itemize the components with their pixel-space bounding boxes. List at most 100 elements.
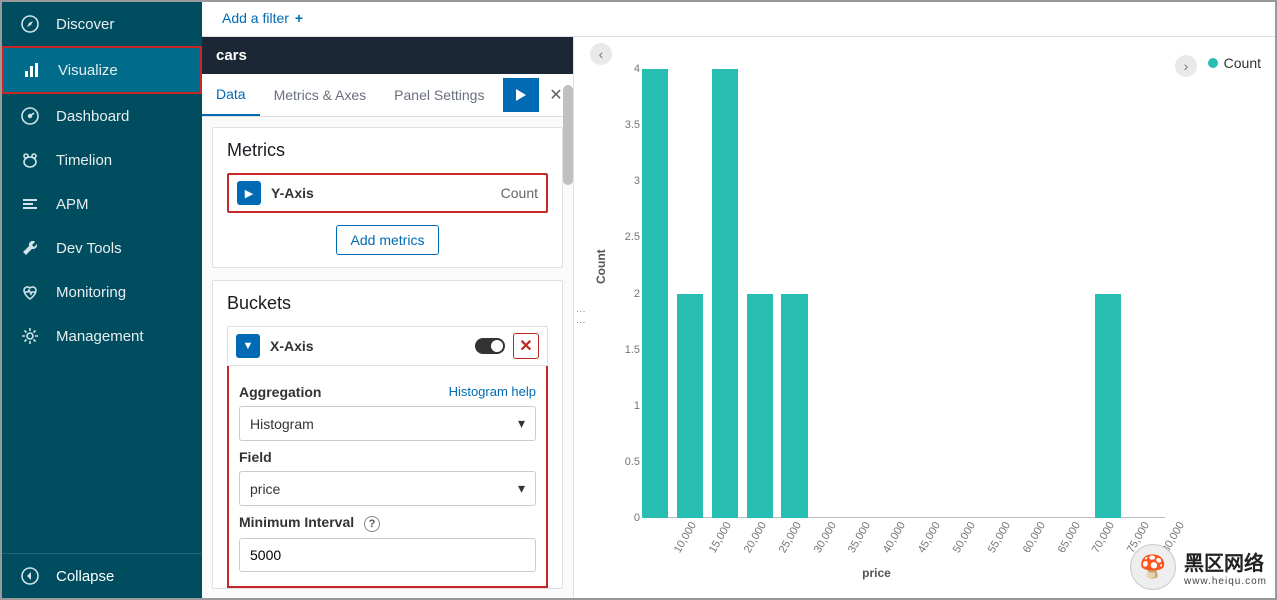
bar-chart-icon	[22, 60, 42, 80]
sidebar-collapse-label: Collapse	[56, 568, 114, 585]
metrics-title: Metrics	[227, 140, 548, 161]
heartbeat-icon	[20, 282, 40, 302]
chart-xtick: 20,000	[742, 520, 769, 555]
chart-ytick: 1.5	[625, 344, 640, 356]
caret-down-icon: ▾	[518, 415, 525, 432]
chart-xtick: 10,000	[672, 520, 699, 555]
buckets-title: Buckets	[227, 293, 548, 314]
sidebar-item-label: Monitoring	[56, 284, 126, 301]
aggregation-select[interactable]: Histogram ▾	[239, 406, 536, 441]
apply-changes-button[interactable]	[503, 78, 539, 112]
filter-bar: Add a filter +	[202, 2, 1275, 37]
chart-xtick: 60,000	[1021, 520, 1048, 555]
buckets-panel: Buckets ▼ X-Axis ✕ Aggregation Histogram…	[212, 280, 563, 589]
histogram-help-link[interactable]: Histogram help	[449, 384, 536, 399]
sidebar-item-devtools[interactable]: Dev Tools	[2, 226, 202, 270]
sidebar-item-label: Dashboard	[56, 108, 129, 125]
grip-icon: ⋮⋮	[576, 307, 586, 329]
legend-dot-icon	[1208, 58, 1218, 68]
chart-panel: ‹ › Count Count 00.511.522.533.54 10,000…	[588, 37, 1275, 598]
chart-ytick: 4	[634, 63, 640, 75]
mushroom-icon: 🍄	[1130, 544, 1176, 590]
sidebar-item-visualize[interactable]: Visualize	[2, 46, 202, 94]
chart-xtick: 40,000	[881, 520, 908, 555]
sidebar-item-label: APM	[56, 196, 89, 213]
chart-legend[interactable]: Count	[1208, 55, 1261, 71]
bear-icon	[20, 150, 40, 170]
chart-ytick: 3	[634, 175, 640, 187]
tab-panel-settings[interactable]: Panel Settings	[380, 75, 498, 115]
sidebar-item-monitoring[interactable]: Monitoring	[2, 270, 202, 314]
watermark: 🍄 黑区网络 www.heiqu.com	[1130, 544, 1267, 590]
chart-bar[interactable]	[712, 69, 738, 518]
sidebar-item-label: Management	[56, 328, 144, 345]
field-label: Field	[239, 449, 536, 465]
index-name-bar[interactable]: cars	[202, 37, 573, 74]
sidebar-item-label: Discover	[56, 16, 114, 33]
chart-xtick: 65,000	[1055, 520, 1082, 555]
panel-splitter[interactable]: ⋮⋮	[574, 37, 588, 598]
chart-ytick: 2	[634, 288, 640, 300]
sidebar-item-timelion[interactable]: Timelion	[2, 138, 202, 182]
scrollbar-thumb[interactable]	[563, 85, 573, 185]
add-filter-button[interactable]: Add a filter +	[222, 10, 303, 26]
yaxis-label: Y-Axis	[271, 185, 314, 201]
caret-right-icon: ▶	[237, 181, 261, 205]
collapse-icon	[20, 566, 40, 586]
yaxis-value: Count	[501, 185, 538, 201]
chart-xtick: 55,000	[986, 520, 1013, 555]
tab-data[interactable]: Data	[202, 74, 260, 116]
metrics-panel: Metrics ▶ Y-Axis Count Add metrics	[212, 127, 563, 268]
watermark-text: 黑区网络	[1184, 547, 1267, 576]
chevron-right-icon: ›	[1184, 58, 1189, 74]
sidebar-collapse[interactable]: Collapse	[2, 553, 202, 598]
caret-down-icon: ▼	[236, 334, 260, 358]
chart-forward-button[interactable]: ›	[1175, 55, 1197, 77]
config-panel: cars Data Metrics & Axes Panel Settings …	[202, 37, 574, 598]
xaxis-toggle[interactable]	[475, 338, 505, 354]
watermark-sub: www.heiqu.com	[1184, 576, 1267, 587]
chart-yticks: 00.511.522.533.54	[618, 69, 640, 518]
chart-ylabel: Count	[594, 249, 608, 284]
plus-icon: +	[295, 10, 303, 26]
chart-xtick: 25,000	[777, 520, 804, 555]
interval-label: Minimum Interval ?	[239, 514, 536, 532]
yaxis-row[interactable]: ▶ Y-Axis Count	[227, 173, 548, 213]
bucket-editor: Aggregation Histogram help Histogram ▾ F…	[227, 366, 548, 588]
interval-input[interactable]	[239, 538, 536, 572]
field-value: price	[250, 481, 280, 497]
chart-ytick: 0.5	[625, 456, 640, 468]
chevron-left-icon: ‹	[599, 46, 604, 62]
chart-bar[interactable]	[642, 69, 668, 518]
compass-icon	[20, 14, 40, 34]
sidebar-item-label: Visualize	[58, 62, 118, 79]
caret-down-icon: ▾	[518, 480, 525, 497]
chart-bar[interactable]	[1095, 294, 1121, 519]
chart-bar[interactable]	[677, 294, 703, 519]
sidebar-item-apm[interactable]: APM	[2, 182, 202, 226]
chart-xtick: 70,000	[1090, 520, 1117, 555]
sidebar-item-management[interactable]: Management	[2, 314, 202, 358]
chart-bar[interactable]	[747, 294, 773, 519]
xaxis-label: X-Axis	[270, 338, 314, 354]
chart-bar[interactable]	[781, 294, 807, 519]
help-icon[interactable]: ?	[364, 516, 380, 532]
sidebar-item-label: Timelion	[56, 152, 112, 169]
aggregation-label: Aggregation Histogram help	[239, 384, 536, 400]
tab-metrics-axes[interactable]: Metrics & Axes	[260, 75, 381, 115]
sidebar-item-dashboard[interactable]: Dashboard	[2, 94, 202, 138]
chart-xtick: 45,000	[916, 520, 943, 555]
field-select[interactable]: price ▾	[239, 471, 536, 506]
sidebar-item-discover[interactable]: Discover	[2, 2, 202, 46]
chart-xtick: 50,000	[951, 520, 978, 555]
chart-xtick: 35,000	[846, 520, 873, 555]
remove-bucket-button[interactable]: ✕	[513, 333, 539, 359]
sidebar-item-label: Dev Tools	[56, 240, 122, 257]
gauge-icon	[20, 106, 40, 126]
chart-back-button[interactable]: ‹	[590, 43, 612, 65]
xaxis-row[interactable]: ▼ X-Axis ✕	[227, 326, 548, 366]
gear-icon	[20, 326, 40, 346]
index-name: cars	[216, 47, 247, 64]
add-metrics-button[interactable]: Add metrics	[336, 225, 440, 255]
list-icon	[20, 194, 40, 214]
